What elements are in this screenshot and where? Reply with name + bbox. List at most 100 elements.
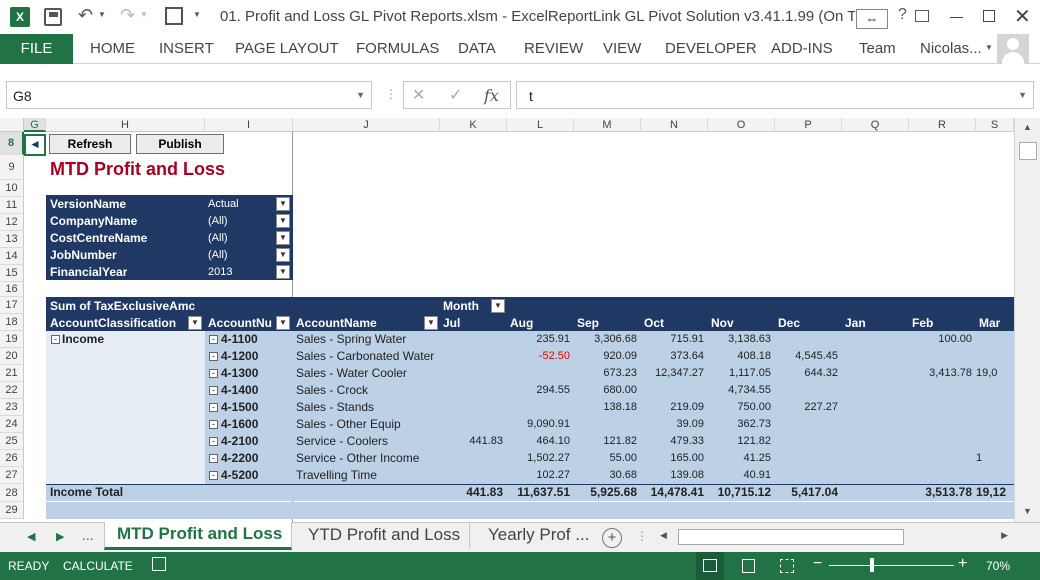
- vertical-scrollbar[interactable]: ▲ ▼: [1014, 118, 1040, 522]
- row-header[interactable]: 29: [0, 502, 24, 519]
- row-header[interactable]: 24: [0, 416, 24, 433]
- collapse-account-icon[interactable]: -: [209, 454, 218, 463]
- filter-dropdown-button[interactable]: ▼: [276, 265, 290, 279]
- column-header[interactable]: R: [909, 118, 976, 132]
- tab-home[interactable]: HOME: [90, 40, 135, 57]
- prev-sheet-icon[interactable]: ◀: [27, 530, 35, 543]
- row-header[interactable]: 14: [0, 248, 24, 265]
- print-preview-icon[interactable]: [165, 7, 183, 25]
- formula-expand-icon[interactable]: ▼: [1018, 90, 1027, 100]
- name-box[interactable]: G8 ▼: [6, 81, 372, 109]
- tab-developer[interactable]: DEVELOPER: [665, 40, 757, 57]
- tab-add-ins[interactable]: ADD-INS: [771, 40, 833, 57]
- refresh-button[interactable]: Refresh: [49, 134, 131, 154]
- sheet-tab-ytd[interactable]: YTD Profit and Loss: [294, 523, 470, 549]
- row-header[interactable]: 23: [0, 399, 24, 416]
- collapse-account-icon[interactable]: -: [209, 335, 218, 344]
- zoom-slider-thumb[interactable]: [870, 558, 874, 572]
- row-header[interactable]: 15: [0, 265, 24, 282]
- collapse-account-icon[interactable]: -: [209, 471, 218, 480]
- horizontal-scroll-thumb[interactable]: [678, 529, 904, 545]
- filter-value[interactable]: (All): [208, 230, 228, 247]
- tab-split-handle-icon[interactable]: ⋮: [636, 529, 648, 543]
- page-layout-view-icon[interactable]: [742, 559, 755, 573]
- horizontal-scrollbar[interactable]: ◀ ▶: [656, 527, 1012, 547]
- status-calculate[interactable]: CALCULATE: [63, 559, 133, 573]
- column-header[interactable]: K: [440, 118, 507, 132]
- scroll-right-icon[interactable]: ▶: [1001, 530, 1008, 541]
- help-icon[interactable]: ?: [898, 6, 907, 24]
- name-box-dropdown-icon[interactable]: ▼: [356, 90, 365, 100]
- row-header[interactable]: 13: [0, 231, 24, 248]
- column-header[interactable]: N: [641, 118, 708, 132]
- column-header[interactable]: I: [205, 118, 293, 132]
- filter-dropdown-button[interactable]: ▼: [276, 214, 290, 228]
- column-header[interactable]: Q: [842, 118, 909, 132]
- collapse-account-icon[interactable]: -: [209, 369, 218, 378]
- worksheet-grid[interactable]: G H I J K L M N O P Q R S ◄ Refresh Publ…: [0, 118, 1014, 522]
- insert-function-icon[interactable]: fx: [484, 86, 499, 105]
- collapse-account-icon[interactable]: -: [209, 386, 218, 395]
- column-header[interactable]: J: [293, 118, 440, 132]
- account-number-filter-button[interactable]: ▼: [276, 316, 290, 330]
- tab-review[interactable]: REVIEW: [524, 40, 583, 57]
- filter-dropdown-button[interactable]: ▼: [276, 197, 290, 211]
- filter-value[interactable]: (All): [208, 213, 228, 230]
- macro-record-icon[interactable]: [152, 557, 166, 571]
- more-sheets-icon[interactable]: ...: [82, 527, 94, 543]
- row-header[interactable]: 26: [0, 450, 24, 467]
- close-icon[interactable]: ✕: [1014, 4, 1031, 29]
- scroll-down-icon[interactable]: ▼: [1023, 506, 1032, 516]
- undo-dropdown-icon[interactable]: ▼: [98, 10, 106, 19]
- redo-dropdown-icon[interactable]: ▼: [140, 10, 148, 19]
- next-sheet-icon[interactable]: ▶: [56, 530, 64, 543]
- filter-value[interactable]: Actual: [208, 196, 239, 213]
- row-header[interactable]: 21: [0, 365, 24, 382]
- filter-dropdown-button[interactable]: ▼: [276, 248, 290, 262]
- active-cell-nav-button[interactable]: ◄: [24, 134, 46, 156]
- tab-insert[interactable]: INSERT: [159, 40, 214, 57]
- tab-formulas[interactable]: FORMULAS: [356, 40, 439, 57]
- row-header[interactable]: 10: [0, 180, 24, 197]
- undo-icon[interactable]: ↶: [78, 5, 93, 26]
- ribbon-display-icon[interactable]: [915, 10, 929, 22]
- column-header[interactable]: H: [46, 118, 205, 132]
- minimize-icon[interactable]: [950, 17, 963, 18]
- row-header[interactable]: 12: [0, 214, 24, 231]
- filter-value[interactable]: 2013: [208, 264, 232, 281]
- cancel-icon[interactable]: ✕: [412, 85, 425, 105]
- zoom-slider[interactable]: [829, 558, 954, 572]
- column-header[interactable]: L: [507, 118, 574, 132]
- row-header[interactable]: 19: [0, 331, 24, 348]
- row-header[interactable]: 8: [0, 132, 24, 155]
- redo-icon[interactable]: ↷: [120, 5, 135, 26]
- tab-team[interactable]: Team: [859, 40, 896, 57]
- collapse-account-icon[interactable]: -: [209, 437, 218, 446]
- avatar[interactable]: [997, 34, 1029, 64]
- row-header[interactable]: 28: [0, 484, 24, 502]
- row-header[interactable]: 16: [0, 282, 24, 297]
- zoom-out-icon[interactable]: −: [813, 555, 822, 573]
- collapse-account-icon[interactable]: -: [209, 352, 218, 361]
- account-name-filter-button[interactable]: ▼: [424, 316, 438, 330]
- tab-view[interactable]: VIEW: [603, 40, 641, 57]
- scroll-up-icon[interactable]: ▲: [1023, 122, 1032, 132]
- zoom-level[interactable]: 70%: [986, 559, 1010, 573]
- column-header[interactable]: P: [775, 118, 842, 132]
- scroll-left-icon[interactable]: ◀: [660, 530, 667, 541]
- account-classification-filter-button[interactable]: ▼: [188, 316, 202, 330]
- row-header[interactable]: 9: [0, 155, 24, 180]
- column-header[interactable]: G: [24, 118, 46, 132]
- tab-file[interactable]: FILE: [0, 34, 73, 64]
- enter-icon[interactable]: ✓: [449, 85, 462, 105]
- save-icon[interactable]: [44, 8, 62, 26]
- column-header[interactable]: S: [976, 118, 1014, 132]
- row-header[interactable]: 18: [0, 314, 24, 331]
- add-sheet-icon[interactable]: +: [602, 528, 622, 548]
- column-header[interactable]: M: [574, 118, 641, 132]
- collapse-account-icon[interactable]: -: [209, 420, 218, 429]
- user-dropdown-icon[interactable]: ▼: [985, 43, 993, 52]
- publish-button[interactable]: Publish: [136, 134, 224, 154]
- scroll-thumb[interactable]: [1019, 142, 1037, 160]
- row-header[interactable]: 17: [0, 297, 24, 314]
